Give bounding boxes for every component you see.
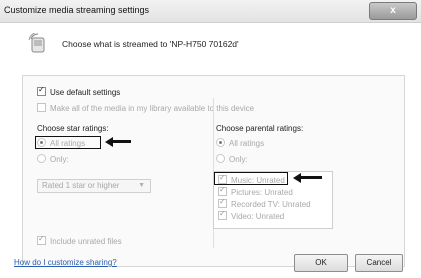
make-all-checkbox: [37, 103, 46, 112]
make-all-label: Make all of the media in my library avai…: [50, 104, 255, 113]
use-default-label: Use default settings: [50, 88, 121, 97]
parental-only-option: Only:: [216, 154, 248, 164]
header-text: Choose what is streamed to 'NP-H750 7016…: [62, 39, 239, 49]
list-item: Video: Unrated: [218, 209, 285, 221]
video-label: Video: Unrated: [231, 212, 285, 221]
include-unrated-label: Include unrated files: [50, 237, 122, 246]
star-only-option: Only:: [37, 154, 69, 164]
settings-group: Use default settings Make all of the med…: [22, 75, 405, 267]
star-ratings-heading: Choose star ratings:: [37, 124, 109, 133]
dialog-content: Choose what is streamed to 'NP-H750 7016…: [14, 23, 407, 278]
recorded-tv-label: Recorded TV: Unrated: [231, 200, 311, 209]
include-unrated-option: Include unrated files: [37, 234, 122, 246]
annotation-arrow-star: [105, 137, 131, 147]
star-rating-select: Rated 1 star or higher ▼: [37, 179, 151, 193]
dialog-header: Choose what is streamed to 'NP-H750 7016…: [14, 31, 407, 61]
pictures-checkbox: [218, 185, 227, 196]
star-rating-select-value: Rated 1 star or higher: [42, 181, 120, 190]
pictures-label: Pictures: Unrated: [231, 188, 293, 197]
parental-all-option: All ratings: [216, 138, 264, 148]
list-item: Pictures: Unrated: [218, 185, 293, 197]
close-icon: x: [390, 5, 396, 16]
window-title: Customize media streaming settings: [4, 5, 150, 15]
cancel-button[interactable]: Cancel: [355, 254, 403, 272]
video-checkbox: [218, 209, 227, 220]
help-link[interactable]: How do I customize sharing?: [14, 258, 117, 267]
parental-all-label: All ratings: [229, 139, 265, 148]
list-item: Recorded TV: Unrated: [218, 197, 311, 209]
star-only-radio: [37, 154, 46, 163]
include-unrated-checkbox: [37, 234, 46, 245]
parental-only-radio: [216, 154, 225, 163]
make-all-option: Make all of the media in my library avai…: [37, 103, 254, 113]
chevron-down-icon: ▼: [138, 182, 145, 189]
ok-button[interactable]: OK: [294, 254, 348, 272]
parental-only-label: Only:: [229, 155, 248, 164]
highlight-box-star: [35, 136, 101, 149]
parental-heading: Choose parental ratings:: [216, 124, 304, 133]
highlight-box-music: [214, 172, 288, 185]
star-only-label: Only:: [50, 155, 69, 164]
recorded-tv-checkbox: [218, 197, 227, 208]
customize-streaming-dialog: Customize media streaming settings x Cho…: [0, 0, 421, 278]
parental-all-radio: [216, 138, 225, 147]
use-default-checkbox[interactable]: [37, 85, 46, 96]
close-button[interactable]: x: [369, 2, 417, 20]
title-bar[interactable]: Customize media streaming settings x: [0, 0, 421, 23]
media-device-icon: [28, 33, 45, 53]
use-default-option[interactable]: Use default settings: [37, 85, 121, 97]
annotation-arrow-music: [293, 173, 323, 183]
